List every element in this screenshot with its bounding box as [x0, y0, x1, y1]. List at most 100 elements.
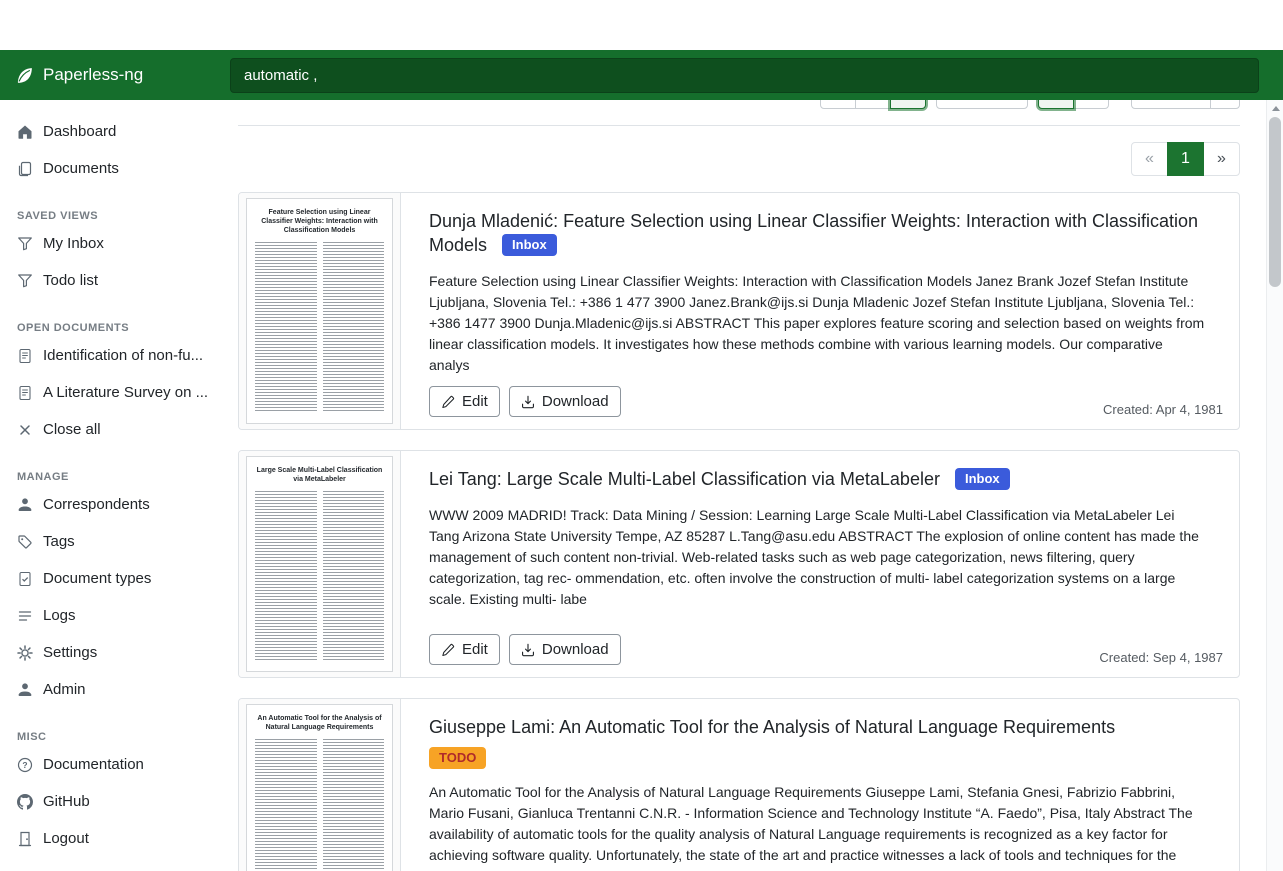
edit-label: Edit — [462, 393, 488, 410]
file-text-icon — [17, 348, 33, 364]
document-title: Giuseppe Lami: An Automatic Tool for the… — [429, 715, 1223, 739]
thumbnail-page: Feature Selection using Linear Classifie… — [246, 198, 393, 424]
created-date: Created: Apr 4, 1981 — [1103, 402, 1223, 417]
document-card-footer: Edit Download Created: Sep 4, 1987 — [429, 624, 1223, 665]
sidebar-item-tags[interactable]: Tags — [0, 523, 213, 560]
download-icon — [521, 395, 535, 409]
document-card: Large Scale Multi-Label Classification v… — [238, 450, 1240, 678]
edit-button[interactable]: Edit — [429, 634, 500, 665]
document-thumbnail[interactable]: An Automatic Tool for the Analysis of Na… — [239, 699, 401, 871]
question-circle-icon: ? — [17, 757, 33, 773]
sidebar-item-label: Documents — [43, 160, 119, 177]
document-card: Feature Selection using Linear Classifie… — [238, 192, 1240, 430]
sidebar-item-documentation[interactable]: ? Documentation — [0, 746, 213, 783]
sidebar: Dashboard Documents SAVED VIEWS My Inbox… — [0, 100, 213, 871]
search-input[interactable] — [230, 58, 1259, 93]
sidebar-item-open-doc-1[interactable]: Identification of non-fu... — [0, 337, 213, 374]
sidebar-item-label: Todo list — [43, 272, 98, 289]
close-icon — [17, 422, 33, 438]
thumbnail-page-title: An Automatic Tool for the Analysis of Na… — [254, 714, 385, 732]
sidebar-item-label: My Inbox — [43, 235, 104, 252]
sidebar-item-label: Identification of non-fu... — [43, 347, 203, 364]
document-thumbnail[interactable]: Feature Selection using Linear Classifie… — [239, 193, 401, 429]
sidebar-section-misc: MISC — [17, 731, 196, 743]
sidebar-item-logout[interactable]: Logout — [0, 820, 213, 857]
document-actions: Edit Download — [429, 386, 621, 417]
pagination-page-1[interactable]: 1 — [1167, 142, 1204, 176]
tag-badge[interactable]: Inbox — [955, 468, 1010, 490]
documents-icon — [17, 161, 33, 177]
document-thumbnail[interactable]: Large Scale Multi-Label Classification v… — [239, 451, 401, 677]
document-title-link[interactable]: Lei Tang: Large Scale Multi-Label Classi… — [429, 469, 940, 489]
sidebar-item-my-inbox[interactable]: My Inbox — [0, 225, 213, 262]
search-bar — [213, 58, 1283, 93]
sidebar-section-saved-views: SAVED VIEWS — [17, 210, 196, 222]
pagination: « 1 » — [1131, 142, 1240, 176]
thumbnail-page: An Automatic Tool for the Analysis of Na… — [246, 704, 393, 871]
document-actions: Edit Download — [429, 634, 621, 665]
sidebar-item-admin[interactable]: Admin — [0, 671, 213, 708]
download-button[interactable]: Download — [509, 386, 621, 417]
list-icon — [17, 608, 33, 624]
pencil-icon — [441, 395, 455, 409]
thumbnail-page-title: Feature Selection using Linear Classifie… — [254, 208, 385, 235]
sidebar-item-documents[interactable]: Documents — [0, 150, 213, 187]
header-divider — [238, 125, 1240, 126]
thumbnail-text-lines — [254, 491, 385, 662]
edit-label: Edit — [462, 641, 488, 658]
triangle-up-icon — [1272, 106, 1280, 111]
edit-button[interactable]: Edit — [429, 386, 500, 417]
scrollbar-thumb[interactable] — [1269, 117, 1281, 287]
sidebar-item-label: GitHub — [43, 793, 90, 810]
scrollbar-up-arrow[interactable] — [1267, 100, 1283, 117]
tag-icon — [17, 534, 33, 550]
created-date: Created: Sep 4, 1987 — [1099, 650, 1223, 665]
sidebar-section-manage: MANAGE — [17, 471, 196, 483]
sidebar-item-label: Documentation — [43, 756, 144, 773]
document-card: An Automatic Tool for the Analysis of Na… — [238, 698, 1240, 871]
person-icon — [17, 497, 33, 513]
sidebar-item-github[interactable]: GitHub — [0, 783, 213, 820]
download-button[interactable]: Download — [509, 634, 621, 665]
document-card-body: Lei Tang: Large Scale Multi-Label Classi… — [401, 451, 1239, 677]
sidebar-item-logs[interactable]: Logs — [0, 597, 213, 634]
sidebar-item-dashboard[interactable]: Dashboard — [0, 113, 213, 150]
download-icon — [521, 643, 535, 657]
sidebar-item-label: Admin — [43, 681, 86, 698]
github-icon — [17, 794, 33, 810]
pencil-icon — [441, 643, 455, 657]
sidebar-item-todo-list[interactable]: Todo list — [0, 262, 213, 299]
sidebar-item-label: Document types — [43, 570, 151, 587]
document-card-body: Giuseppe Lami: An Automatic Tool for the… — [401, 699, 1239, 871]
pagination-row: « 1 » — [238, 142, 1240, 176]
sidebar-item-document-types[interactable]: Document types — [0, 560, 213, 597]
sidebar-item-correspondents[interactable]: Correspondents — [0, 486, 213, 523]
svg-text:?: ? — [22, 760, 27, 770]
tag-badge[interactable]: TODO — [429, 747, 486, 769]
file-text-icon — [17, 385, 33, 401]
house-icon — [17, 124, 33, 140]
sidebar-item-label: Close all — [43, 421, 101, 438]
sidebar-item-label: A Literature Survey on ... — [43, 384, 208, 401]
sidebar-item-settings[interactable]: Settings — [0, 634, 213, 671]
document-title-link[interactable]: Giuseppe Lami: An Automatic Tool for the… — [429, 717, 1115, 737]
page-scrollbar[interactable] — [1266, 100, 1283, 871]
sidebar-item-label: Dashboard — [43, 123, 116, 140]
sidebar-item-label: Correspondents — [43, 496, 150, 513]
tag-badge[interactable]: Inbox — [502, 234, 557, 256]
pagination-prev[interactable]: « — [1131, 142, 1168, 176]
top-navbar: Paperless-ng — [0, 50, 1283, 100]
document-excerpt: Feature Selection using Linear Classifie… — [429, 271, 1223, 376]
document-title: Dunja Mladenić: Feature Selection using … — [429, 209, 1223, 258]
app-brand-link[interactable]: Paperless-ng — [0, 65, 213, 85]
thumbnail-page: Large Scale Multi-Label Classification v… — [246, 456, 393, 672]
pagination-next[interactable]: » — [1203, 142, 1240, 176]
sidebar-item-label: Logout — [43, 830, 89, 847]
document-excerpt: WWW 2009 MADRID! Track: Data Mining / Se… — [429, 505, 1223, 610]
sidebar-item-close-all[interactable]: Close all — [0, 411, 213, 448]
document-title: Lei Tang: Large Scale Multi-Label Classi… — [429, 467, 1223, 492]
sidebar-item-open-doc-2[interactable]: A Literature Survey on ... — [0, 374, 213, 411]
brand-name: Paperless-ng — [43, 65, 143, 85]
leaf-logo-icon — [15, 66, 34, 85]
sidebar-item-label: Logs — [43, 607, 76, 624]
